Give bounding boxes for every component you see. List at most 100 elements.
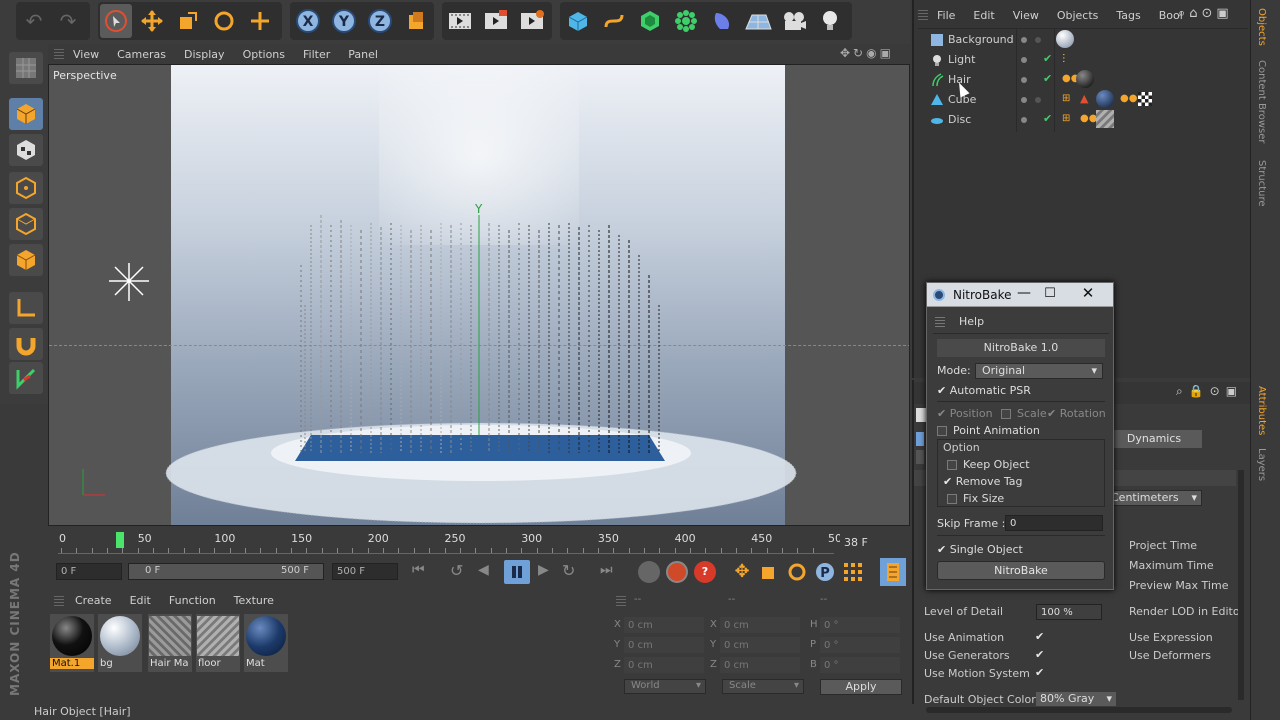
redo-icon[interactable]: ↷: [52, 4, 84, 38]
y-axis-icon[interactable]: Y: [328, 4, 360, 38]
pause-button-icon[interactable]: [504, 560, 530, 584]
polygons-mode-icon[interactable]: [9, 244, 43, 276]
z-axis-icon[interactable]: Z: [364, 4, 396, 38]
record-disabled-icon[interactable]: [638, 561, 660, 583]
goto-start-icon[interactable]: ⏮: [412, 562, 434, 582]
scale-dropdown[interactable]: Scale ▾: [722, 679, 804, 694]
viewport-canvas[interactable]: Y Perspective: [48, 64, 910, 526]
viewport-menu-cameras[interactable]: Cameras: [108, 48, 175, 61]
key-rotation-icon[interactable]: [786, 561, 810, 583]
coord-value-field[interactable]: 0 cm: [720, 637, 800, 653]
coord-value-field[interactable]: 0 °: [820, 637, 900, 653]
material-swatch[interactable]: floor: [196, 614, 240, 672]
tab-layers[interactable]: Layers: [1256, 448, 1267, 481]
tab-structure[interactable]: Structure: [1256, 160, 1267, 207]
visibility-dot[interactable]: [1021, 37, 1027, 43]
rotation-checkbox[interactable]: ✔ Rotation: [1047, 407, 1106, 420]
range-slider[interactable]: 0 F 500 F: [128, 563, 324, 580]
dynamics-tab[interactable]: Dynamics: [1106, 430, 1202, 448]
units-dropdown[interactable]: Centimeters ▾: [1106, 490, 1202, 506]
material-menu-create[interactable]: Create: [66, 594, 121, 607]
default-color-dropdown[interactable]: 80% Gray ▾: [1036, 692, 1116, 706]
scale-checkbox[interactable]: Scale: [1001, 407, 1047, 420]
render-view-icon[interactable]: [444, 4, 476, 38]
autokey-icon[interactable]: ?: [694, 561, 716, 583]
viewport-nav-icons[interactable]: ✥↻◉▣: [840, 46, 894, 60]
make-editable-icon[interactable]: [9, 52, 43, 84]
checker-tag-icon[interactable]: [1138, 92, 1152, 106]
point-animation-checkbox[interactable]: Point Animation: [937, 424, 1040, 437]
object-menu-file[interactable]: File: [928, 9, 964, 22]
mode-dropdown[interactable]: Original ▾: [975, 363, 1103, 379]
prev-frame-icon[interactable]: ◀: [478, 562, 500, 582]
material-tag-icon[interactable]: [1096, 110, 1114, 128]
light-icon[interactable]: [814, 4, 846, 38]
tag-icon[interactable]: ●●: [1120, 93, 1137, 104]
key-scale-icon[interactable]: [758, 561, 782, 583]
material-tag-icon[interactable]: [1096, 90, 1114, 108]
floor-icon[interactable]: [742, 4, 774, 38]
maximize-icon[interactable]: ☐: [1041, 286, 1059, 301]
tab-content-browser[interactable]: Content Browser: [1256, 60, 1267, 143]
tag-icon[interactable]: ●●: [1080, 113, 1097, 124]
visibility-dot[interactable]: [1035, 97, 1041, 103]
attributes-mode-icon[interactable]: [916, 408, 926, 422]
coord-system-icon[interactable]: [400, 4, 432, 38]
object-manager-icons[interactable]: ⌕⌂⊙▣: [1178, 6, 1233, 21]
visibility-dot[interactable]: [1021, 57, 1027, 63]
viewport-menu-display[interactable]: Display: [175, 48, 234, 61]
render-picture-viewer-icon[interactable]: [480, 4, 512, 38]
camera-icon[interactable]: [778, 4, 810, 38]
goto-prev-key-icon[interactable]: ↺: [450, 561, 472, 581]
apply-button[interactable]: Apply: [820, 679, 902, 695]
array-icon[interactable]: [670, 4, 702, 38]
tag-icon[interactable]: ⊞: [1062, 113, 1070, 124]
viewport-menu-panel[interactable]: Panel: [339, 48, 387, 61]
coord-value-field[interactable]: 0 cm: [720, 657, 800, 673]
timeline-ruler[interactable]: [58, 553, 834, 554]
use-motion-system-check[interactable]: ✔: [1035, 666, 1044, 679]
attributes-header-icons[interactable]: ⌕🔒⊙▣: [1176, 384, 1243, 399]
attributes-hscrollbar[interactable]: [926, 707, 1232, 713]
tag-icon[interactable]: ⊞: [1062, 93, 1070, 104]
snap-icon[interactable]: [9, 328, 43, 360]
render-settings-icon[interactable]: [516, 4, 548, 38]
viewport-menu-filter[interactable]: Filter: [294, 48, 339, 61]
select-tool-icon[interactable]: [100, 4, 132, 38]
nitrobake-help-menu[interactable]: Help: [959, 315, 984, 328]
nurbs-icon[interactable]: [634, 4, 666, 38]
coord-value-field[interactable]: 0 cm: [720, 617, 800, 633]
texture-mode-icon[interactable]: [9, 134, 43, 166]
record-keys-icon[interactable]: [666, 561, 688, 583]
edges-mode-icon[interactable]: [9, 208, 43, 240]
coord-value-field[interactable]: 0 cm: [624, 657, 704, 673]
start-frame-field[interactable]: 0 F: [56, 563, 122, 580]
move-tool-icon[interactable]: [136, 4, 168, 38]
key-position-icon[interactable]: ✥: [730, 561, 754, 583]
enabled-check-icon[interactable]: ✔: [1043, 52, 1052, 65]
timeline-window-icon[interactable]: [880, 558, 906, 586]
x-axis-icon[interactable]: X: [292, 4, 324, 38]
coord-value-field[interactable]: 0 °: [820, 617, 900, 633]
object-row-hair[interactable]: Hair ✔ ●●: [928, 70, 1248, 90]
lod-field[interactable]: 100 %: [1036, 604, 1102, 620]
cube-icon[interactable]: [562, 4, 594, 38]
material-swatch[interactable]: bg: [98, 614, 142, 672]
remove-tag-checkbox[interactable]: ✔ Remove Tag: [943, 475, 1022, 488]
add-tool-icon[interactable]: [244, 4, 276, 38]
material-menu-function[interactable]: Function: [160, 594, 225, 607]
object-menu-view[interactable]: View: [1004, 9, 1048, 22]
keep-object-checkbox[interactable]: Keep Object: [947, 458, 1030, 471]
workplane-icon[interactable]: [9, 362, 43, 394]
material-tag-icon[interactable]: [1056, 30, 1074, 48]
goto-end-icon[interactable]: ⏭: [600, 562, 622, 582]
viewport-menu-view[interactable]: View: [64, 48, 108, 61]
skip-frame-field[interactable]: 0: [1005, 515, 1103, 531]
material-swatch[interactable]: Hair Ma: [148, 614, 192, 672]
points-mode-icon[interactable]: [9, 172, 43, 204]
material-menu-texture[interactable]: Texture: [225, 594, 283, 607]
material-menu-edit[interactable]: Edit: [121, 594, 160, 607]
material-swatch[interactable]: Mat.1: [50, 614, 94, 672]
end-frame-field[interactable]: 500 F: [332, 563, 398, 580]
object-row-background[interactable]: Background: [928, 30, 1248, 50]
